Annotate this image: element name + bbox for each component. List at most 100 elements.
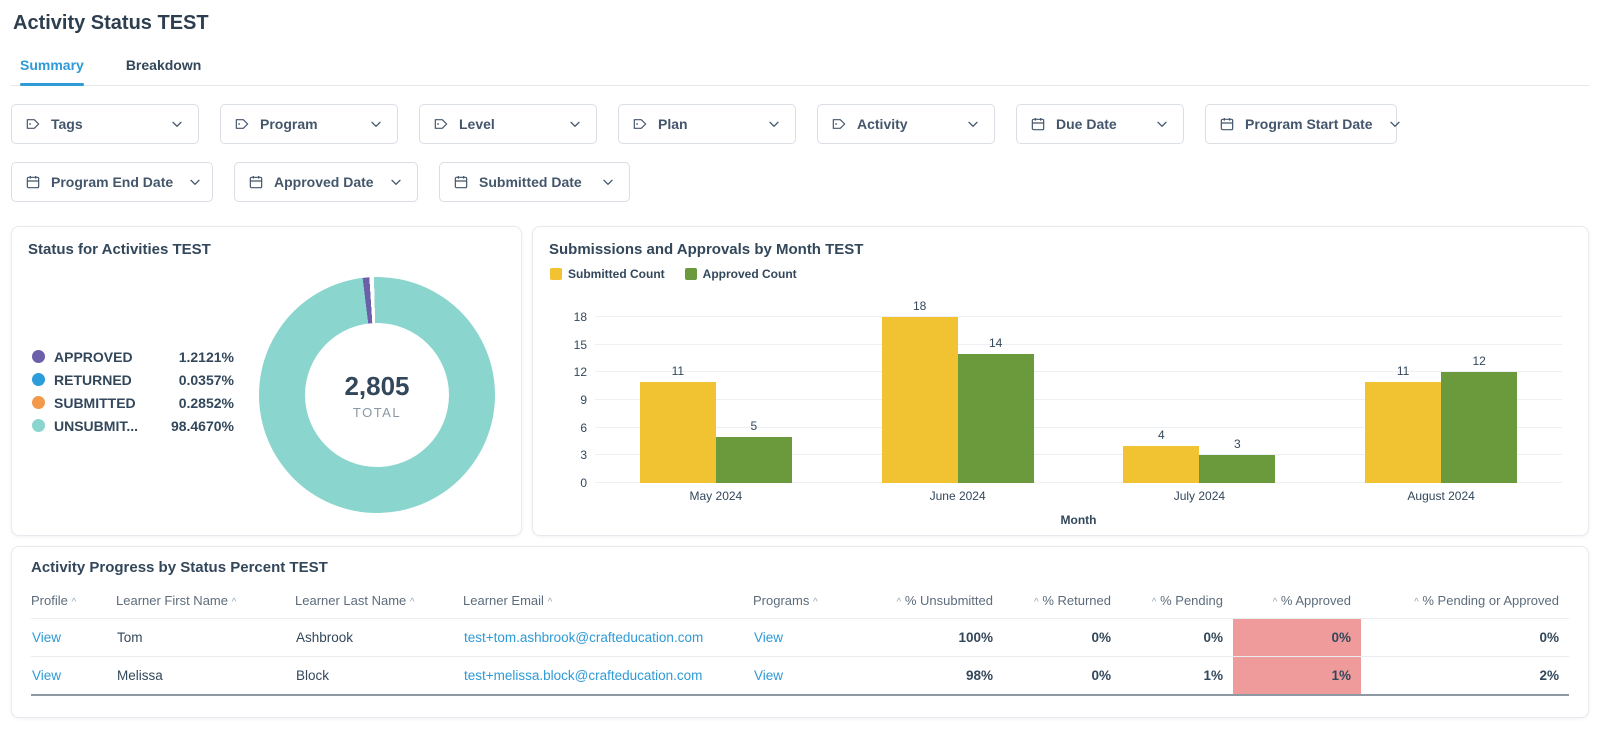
filter-plan[interactable]: Plan [618, 104, 796, 144]
bar-approved-count-august-2024: 12 [1441, 354, 1518, 483]
legend-item-returned: RETURNED 0.0357% [32, 368, 234, 391]
legend-swatch [32, 419, 45, 432]
email-link[interactable]: test+tom.ashbrook@crafteducation.com [464, 630, 703, 645]
bar-group-may-2024: 11 5 [639, 364, 792, 483]
column-header-approved[interactable]: ^ % Approved [1233, 584, 1361, 619]
legend-label: Submitted Count [568, 267, 665, 281]
chevron-down-icon [374, 174, 404, 190]
tab-summary[interactable]: Summary [20, 51, 84, 86]
legend-label: UNSUBMIT... [54, 417, 138, 434]
sort-caret-icon: ^ [1272, 597, 1278, 608]
column-header-pending[interactable]: ^ % Pending [1121, 584, 1233, 619]
column-label: Programs [753, 593, 810, 608]
legend-swatch [32, 373, 45, 386]
table-row: View Melissa Block test+melissa.block@craft… [31, 656, 1569, 696]
sort-caret-icon: ^ [231, 597, 237, 608]
cell-programs: View [753, 656, 873, 696]
bar-value-label: 18 [912, 299, 927, 313]
cell-programs: View [753, 618, 873, 657]
column-label: Learner First Name [116, 593, 228, 608]
column-label: Profile [31, 593, 68, 608]
cell-learner-email: test+tom.ashbrook@crafteducation.com [463, 618, 753, 657]
bar-x-labels: May 2024 June 2024 July 2024 August 2024 [595, 489, 1562, 503]
filter-program-end-date[interactable]: Program End Date [11, 162, 213, 202]
filter-approved-date[interactable]: Approved Date [234, 162, 418, 202]
filter-label: Activity [857, 116, 908, 132]
cell-learner-email: test+melissa.block@crafteducation.com [463, 656, 753, 696]
filter-label: Program End Date [51, 174, 174, 190]
column-header-programs[interactable]: Programs ^ [753, 584, 873, 619]
cell-learner-last-name: Block [295, 656, 463, 696]
cell-learner-last-name: Ashbrook [295, 618, 463, 657]
bar-submitted-count-june-2024: 18 [881, 299, 958, 483]
table-header-row: Profile ^ Learner First Name ^ Learner Las… [31, 584, 1569, 619]
calendar-icon [248, 174, 264, 190]
column-header-pending-or-approved[interactable]: ^ % Pending or Approved [1361, 584, 1569, 619]
filter-program[interactable]: Program [220, 104, 398, 144]
y-tick-label: 6 [580, 420, 587, 435]
bar-card-title: Submissions and Approvals by Month TEST [549, 241, 864, 258]
bar-value-label: 3 [1234, 437, 1241, 452]
filter-bar: Tags Program Level Plan Activity Due Date Prog… [11, 104, 1589, 202]
filter-due-date[interactable]: Due Date [1016, 104, 1184, 144]
filter-label: Submitted Date [479, 174, 582, 190]
chevron-down-icon [1140, 116, 1170, 132]
chevron-down-icon [173, 174, 203, 190]
filter-program-start-date[interactable]: Program Start Date [1205, 104, 1400, 144]
view-link[interactable]: View [754, 630, 783, 645]
y-tick-label: 12 [573, 365, 587, 380]
tag-icon [433, 116, 449, 132]
filter-tags[interactable]: Tags [11, 104, 199, 144]
column-header-returned[interactable]: ^ % Returned [1003, 584, 1121, 619]
column-label: % Pending [1160, 593, 1223, 608]
column-header-learner-last-name[interactable]: Learner Last Name ^ [295, 584, 463, 619]
donut-total-label: TOTAL [352, 404, 402, 420]
bar-submitted-count-may-2024: 11 [639, 364, 716, 483]
cell-pending-or-approved: 0% [1361, 618, 1569, 657]
sort-caret-icon: ^ [812, 597, 818, 608]
tab-breakdown[interactable]: Breakdown [126, 51, 201, 85]
legend-item-submitted: SUBMITTED 0.2852% [32, 391, 234, 414]
column-header-unsubmitted[interactable]: ^ % Unsubmitted [873, 584, 1003, 619]
table-card-title: Activity Progress by Status Percent TEST [31, 559, 328, 576]
view-link[interactable]: View [754, 668, 783, 683]
column-header-profile[interactable]: Profile ^ [31, 584, 116, 619]
chevron-down-icon [752, 116, 782, 132]
email-link[interactable]: test+melissa.block@crafteducation.com [464, 668, 702, 683]
column-label: % Unsubmitted [904, 593, 993, 608]
legend-item-unsubmit: UNSUBMIT... 98.4670% [32, 414, 234, 437]
bar-approved-count-june-2024: 14 [957, 336, 1034, 483]
cell-approved: 1% [1233, 656, 1361, 696]
chevron-down-icon [354, 116, 384, 132]
y-tick-label: 18 [573, 310, 587, 324]
x-tick-label: August 2024 [1407, 489, 1475, 503]
filter-submitted-date[interactable]: Submitted Date [439, 162, 630, 202]
filter-label: Program [260, 116, 318, 132]
filter-label: Due Date [1056, 116, 1117, 132]
bar-approved-count-may-2024: 5 [715, 419, 792, 483]
chevron-down-icon [586, 174, 616, 190]
cell-approved: 0% [1233, 618, 1361, 657]
bar-group-july-2024: 43 [1123, 428, 1276, 483]
sort-caret-icon: ^ [1414, 597, 1419, 608]
y-tick-label: 15 [573, 337, 587, 352]
view-link[interactable]: View [32, 668, 61, 683]
filter-activity[interactable]: Activity [817, 104, 995, 144]
status-donut-card: Status for Activities TEST APPROVED 1.212… [11, 226, 522, 536]
bar-approved-count-july-2024: 3 [1199, 437, 1276, 483]
dashboard-page: Activity Status TEST Summary Breakdown Ta… [0, 12, 1600, 718]
legend-item-approved: APPROVED 1.2121% [32, 345, 234, 368]
bar-submitted-count-july-2024: 4 [1123, 428, 1200, 483]
column-header-learner-email[interactable]: Learner Email ^ [463, 584, 753, 619]
column-label: % Approved [1280, 593, 1351, 608]
bar-value-label: 11 [1396, 363, 1410, 378]
column-header-learner-first-name[interactable]: Learner First Name ^ [116, 584, 295, 619]
filter-label: Plan [658, 116, 688, 132]
calendar-icon [25, 174, 41, 190]
column-label: Learner Email [463, 593, 544, 608]
filter-level[interactable]: Level [419, 104, 597, 144]
chevron-down-icon [155, 116, 185, 132]
cell-pending: 1% [1121, 656, 1233, 696]
y-tick-label: 3 [580, 448, 587, 463]
view-link[interactable]: View [32, 630, 61, 645]
